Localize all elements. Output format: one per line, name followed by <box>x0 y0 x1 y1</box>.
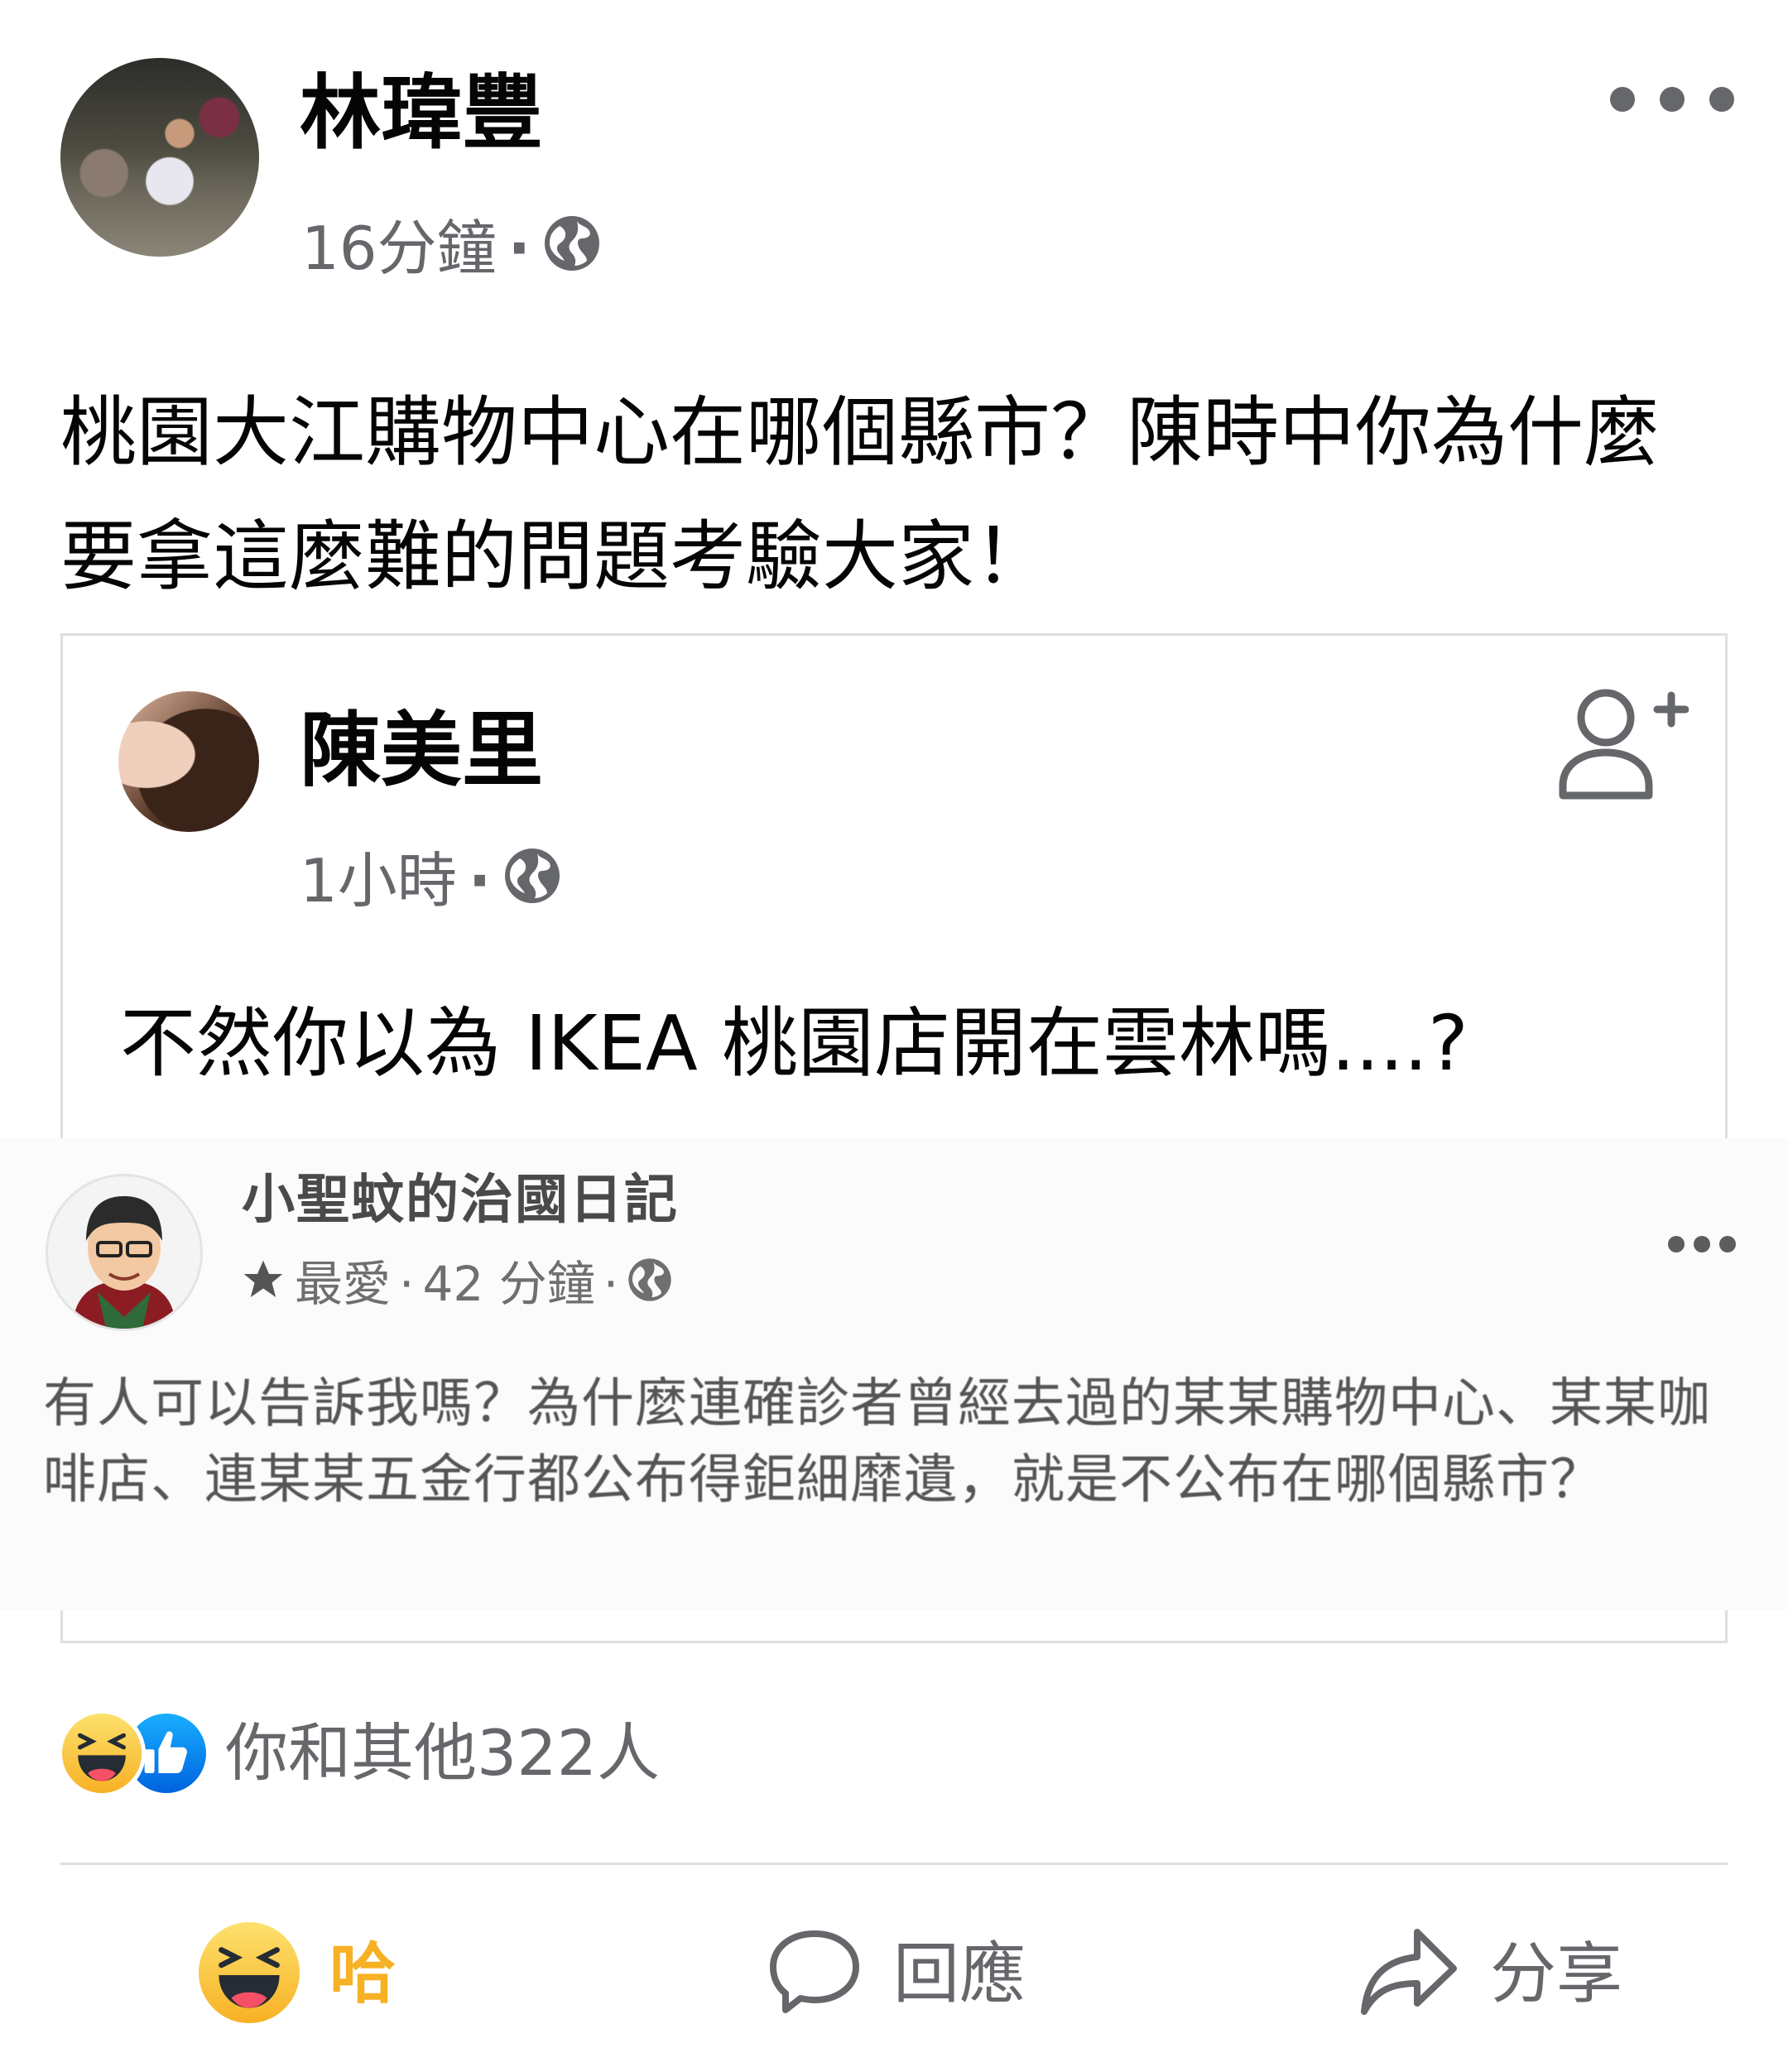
comment-icon <box>766 1924 863 2025</box>
globe-icon <box>502 846 562 915</box>
share-label: 分享 <box>1490 1935 1622 2012</box>
share-button[interactable]: 分享 <box>1358 1921 1622 2028</box>
post-timestamp[interactable]: 16分鐘 <box>301 219 497 278</box>
comment-button[interactable]: 回應 <box>766 1921 1026 2028</box>
post-text: 桃園大江購物中心在哪個縣市？陳時中你為什麼要拿這麼難的問題考驗大家！ <box>60 388 1661 601</box>
star-icon <box>240 1257 286 1310</box>
meta-separator: · <box>603 1255 619 1312</box>
embedded-post-text: 有人可以告訴我嗎？為什麼連確診者曾經去過的某某購物中心、某某咖啡店、連某某五金行… <box>43 1373 1711 1511</box>
shared-post-timestamp[interactable]: 1小時 <box>300 851 457 911</box>
add-friend-icon[interactable] <box>1556 683 1689 803</box>
more-dot <box>1709 87 1734 112</box>
favorites-badge: 最愛 <box>295 1255 392 1312</box>
globe-icon <box>542 214 602 282</box>
post-meta: 16分鐘 · <box>301 214 602 282</box>
divider <box>60 1863 1728 1865</box>
more-dot <box>1610 87 1635 112</box>
page-name: 小聖蚊的治國日記 <box>242 1170 679 1231</box>
more-options-icon[interactable] <box>1610 83 1734 116</box>
author-name[interactable]: 林瑋豐 <box>300 73 543 154</box>
shared-author-avatar[interactable] <box>118 691 259 832</box>
reactions-summary[interactable]: 你和其他322人 <box>58 1709 660 1797</box>
share-icon <box>1358 1924 1460 2025</box>
meta-separator: · <box>507 213 531 283</box>
embedded-timestamp: 42 分鐘 <box>422 1255 595 1312</box>
meta-separator: · <box>399 1255 415 1312</box>
haha-reaction-button[interactable]: 哈 <box>199 1921 396 2028</box>
shared-post-meta: 1小時 · <box>300 846 562 915</box>
embedded-meta: 最愛 · 42 分鐘 · <box>240 1257 673 1310</box>
haha-icon <box>58 1709 146 1797</box>
embedded-more-icon <box>1668 1235 1736 1253</box>
meta-separator: · <box>468 845 492 916</box>
haha-label: 哈 <box>329 1935 396 2012</box>
globe-icon <box>627 1257 673 1310</box>
reaction-count[interactable]: 你和其他322人 <box>225 1722 660 1785</box>
more-dot <box>1694 1236 1710 1252</box>
author-avatar[interactable] <box>60 58 259 257</box>
comment-label: 回應 <box>893 1935 1026 2012</box>
more-dot <box>1719 1236 1736 1252</box>
shared-post-text: 不然你以為 IKEA 桃園店開在雲林嗎....? <box>120 999 1468 1088</box>
more-dot <box>1668 1236 1685 1252</box>
shared-author-name[interactable]: 陳美里 <box>300 710 543 791</box>
more-dot <box>1660 87 1685 112</box>
haha-icon <box>199 1922 300 2026</box>
page-avatar <box>46 1174 203 1331</box>
